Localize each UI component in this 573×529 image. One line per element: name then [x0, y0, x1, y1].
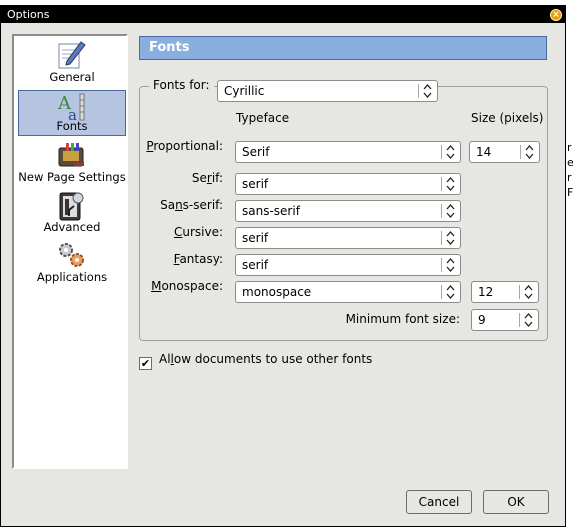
options-dialog: Options × General A a Fonts New Page Set… [0, 5, 566, 527]
size-column-header: Size (pixels) [471, 111, 544, 125]
page-title-bar: Fonts [139, 36, 547, 60]
allow-fonts-checkbox[interactable]: ✔ [139, 357, 152, 370]
proportional-label: Proportional: [146, 139, 223, 153]
minimum-font-size-label: Minimum font size: [345, 312, 460, 326]
background-text: r [567, 171, 572, 184]
updown-arrows-icon [446, 231, 455, 245]
cursive-font-value: serif [242, 231, 269, 245]
fonts-for-label: Fonts for: [149, 78, 214, 92]
updown-arrows-icon [446, 258, 455, 272]
minimum-font-size-value: 9 [478, 313, 486, 327]
updown-arrows-icon [525, 145, 534, 159]
background-app-edge: r e r F [566, 0, 573, 529]
updown-arrows-icon [446, 285, 455, 299]
monospace-size-value: 12 [478, 285, 494, 299]
sidebar-item-label: Advanced [43, 220, 101, 234]
sidebar-item-label: New Page Settings [18, 170, 126, 184]
serif-label: Serif: [191, 171, 223, 185]
cursive-font-select[interactable]: serif [235, 227, 461, 249]
sidebar-item-applications[interactable]: Applications [18, 240, 126, 286]
monospace-size-select[interactable]: 12 [471, 281, 539, 303]
sans-serif-font-value: sans-serif [242, 204, 300, 218]
fantasy-label: Fantasy: [173, 252, 223, 266]
background-text: r [567, 141, 572, 154]
window-title: Options [7, 8, 50, 21]
cancel-button[interactable]: Cancel [406, 490, 472, 514]
fantasy-font-select[interactable]: serif [235, 254, 461, 276]
sidebar-item-new-page-settings[interactable]: New Page Settings [18, 140, 126, 186]
page-title: Fonts [149, 40, 190, 55]
monospace-label: Monospace: [151, 279, 223, 293]
updown-arrows-icon [446, 177, 455, 191]
general-icon [58, 41, 86, 69]
proportional-font-value: Serif [242, 145, 270, 159]
sidebar-item-label: Fonts [56, 119, 88, 133]
updown-arrows-icon [524, 285, 533, 299]
allow-fonts-label[interactable]: Allow documents to use other fonts [159, 352, 372, 366]
serif-font-select[interactable]: serif [235, 173, 461, 195]
ok-button[interactable]: OK [483, 490, 549, 514]
fantasy-font-value: serif [242, 258, 269, 272]
fonts-for-value: Cyrillic [224, 84, 265, 98]
typeface-column-header: Typeface [236, 111, 290, 125]
sidebar-item-advanced[interactable]: Advanced [18, 190, 126, 236]
category-list: General A a Fonts New Page Settings Adva… [12, 34, 128, 469]
sidebar-item-label: General [49, 70, 95, 84]
background-text: e [567, 156, 573, 169]
advanced-icon [59, 192, 84, 221]
sidebar-item-general[interactable]: General [18, 40, 126, 86]
proportional-font-select[interactable]: Serif [235, 141, 461, 163]
title-bar[interactable]: Options × [1, 6, 565, 23]
cursive-label: Cursive: [173, 225, 223, 239]
proportional-size-value: 14 [476, 145, 492, 159]
applications-icon [59, 243, 84, 267]
background-text: F [567, 186, 573, 199]
updown-arrows-icon [446, 204, 455, 218]
monospace-font-select[interactable]: monospace [235, 281, 461, 303]
fonts-for-select[interactable]: Cyrillic [217, 80, 438, 102]
serif-font-value: serif [242, 177, 269, 191]
updown-arrows-icon [524, 313, 533, 327]
monospace-font-value: monospace [242, 285, 312, 299]
new-page-settings-icon [58, 143, 84, 167]
updown-arrows-icon [423, 84, 432, 98]
sans-serif-label: Sans-serif: [160, 198, 223, 212]
sidebar-item-label: Applications [36, 270, 108, 284]
close-icon[interactable]: × [550, 9, 562, 21]
proportional-size-select[interactable]: 14 [469, 141, 540, 163]
minimum-font-size-select[interactable]: 9 [471, 309, 539, 331]
updown-arrows-icon [446, 145, 455, 159]
sans-serif-font-select[interactable]: sans-serif [235, 200, 461, 222]
sidebar-item-fonts[interactable]: A a Fonts [18, 90, 126, 136]
